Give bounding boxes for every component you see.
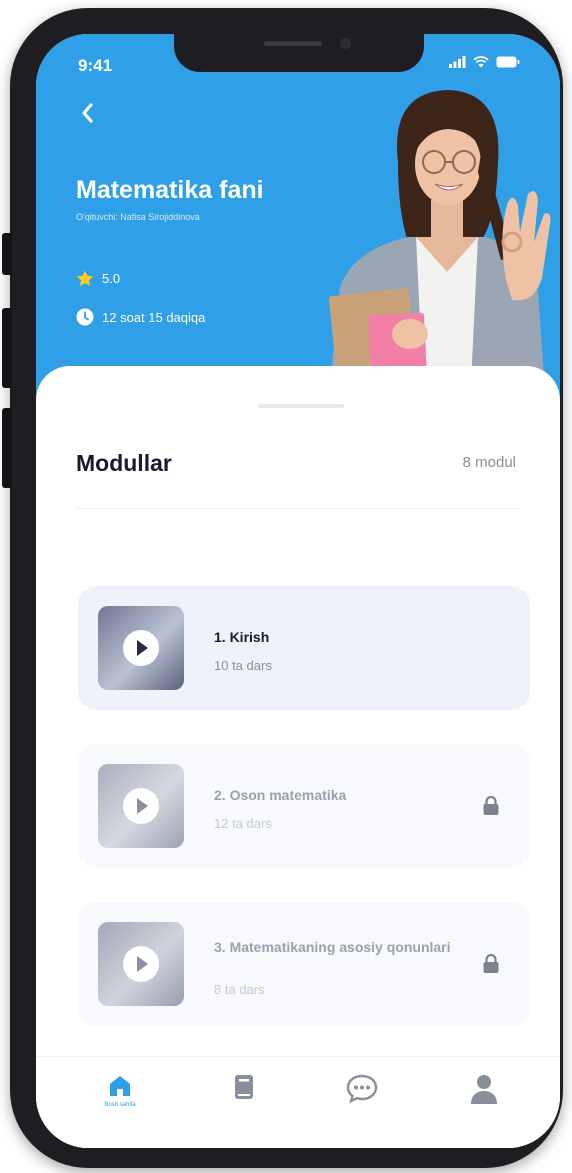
module-card[interactable]: 3. Matematikaning asosiy qonunlari 8 ta … xyxy=(78,902,530,1026)
tab-home[interactable]: Bosh sahifa xyxy=(90,1073,150,1133)
tab-courses[interactable] xyxy=(214,1073,274,1133)
modules-title: Modullar xyxy=(76,450,172,476)
status-time: 9:41 xyxy=(78,56,113,75)
bottom-tab-bar: Bosh sahifa xyxy=(36,1056,560,1148)
star-icon xyxy=(76,270,94,286)
lock-icon xyxy=(483,954,499,973)
module-lessons: 8 ta dars xyxy=(214,982,265,997)
volume-down-button xyxy=(2,408,12,488)
clock-icon xyxy=(76,308,94,326)
play-icon[interactable] xyxy=(123,630,159,666)
duration-row: 12 soat 15 daqiqa xyxy=(76,308,205,326)
teacher-photo xyxy=(328,90,551,404)
wifi-icon xyxy=(473,56,489,68)
module-thumbnail xyxy=(98,606,184,690)
profile-icon xyxy=(471,1075,497,1104)
play-icon[interactable] xyxy=(123,788,159,824)
chat-icon xyxy=(346,1074,378,1103)
app-screen: 9:41 Matematika fani O'qituvchi: Nafisa … xyxy=(36,34,560,1148)
module-thumbnail xyxy=(98,764,184,848)
play-icon[interactable] xyxy=(123,946,159,982)
battery-icon xyxy=(496,56,520,68)
module-thumbnail xyxy=(98,922,184,1006)
tab-profile[interactable] xyxy=(454,1073,514,1133)
module-title: 1. Kirish xyxy=(214,629,270,645)
tab-messages[interactable] xyxy=(332,1073,392,1133)
module-card[interactable]: 1. Kirish 10 ta dars xyxy=(78,586,530,710)
teacher-name: O'qituvchi: Nafisa Sirojiddinova xyxy=(76,212,200,222)
rating-value: 5.0 xyxy=(102,271,121,286)
volume-up-button xyxy=(2,308,12,388)
signal-icon xyxy=(449,56,466,68)
module-title: 2. Oson matematika xyxy=(214,787,347,803)
module-card[interactable]: 2. Oson matematika 12 ta dars xyxy=(78,744,530,868)
course-title: Matematika fani xyxy=(76,176,264,204)
module-lessons: 12 ta dars xyxy=(214,816,272,831)
modules-sheet: Modullar 8 modul 1. Kirish 10 ta dars 2.… xyxy=(36,366,560,1148)
home-icon xyxy=(110,1076,130,1096)
tab-home-label: Bosh sahifa xyxy=(104,1102,136,1108)
mute-switch xyxy=(2,233,12,275)
status-icons xyxy=(449,56,520,68)
back-icon[interactable] xyxy=(76,100,102,126)
book-icon xyxy=(235,1075,253,1099)
course-header: 9:41 Matematika fani O'qituvchi: Nafisa … xyxy=(36,34,560,404)
rating-row: 5.0 xyxy=(76,270,120,287)
sheet-handle[interactable] xyxy=(258,404,344,408)
duration-value: 12 soat 15 daqiqa xyxy=(102,309,206,325)
module-lessons: 10 ta dars xyxy=(214,658,272,673)
modules-count: 8 modul xyxy=(462,454,516,471)
notch xyxy=(174,34,424,72)
module-title: 3. Matematikaning asosiy qonunlari xyxy=(214,939,451,955)
lock-icon xyxy=(483,796,499,815)
section-divider xyxy=(76,508,520,509)
